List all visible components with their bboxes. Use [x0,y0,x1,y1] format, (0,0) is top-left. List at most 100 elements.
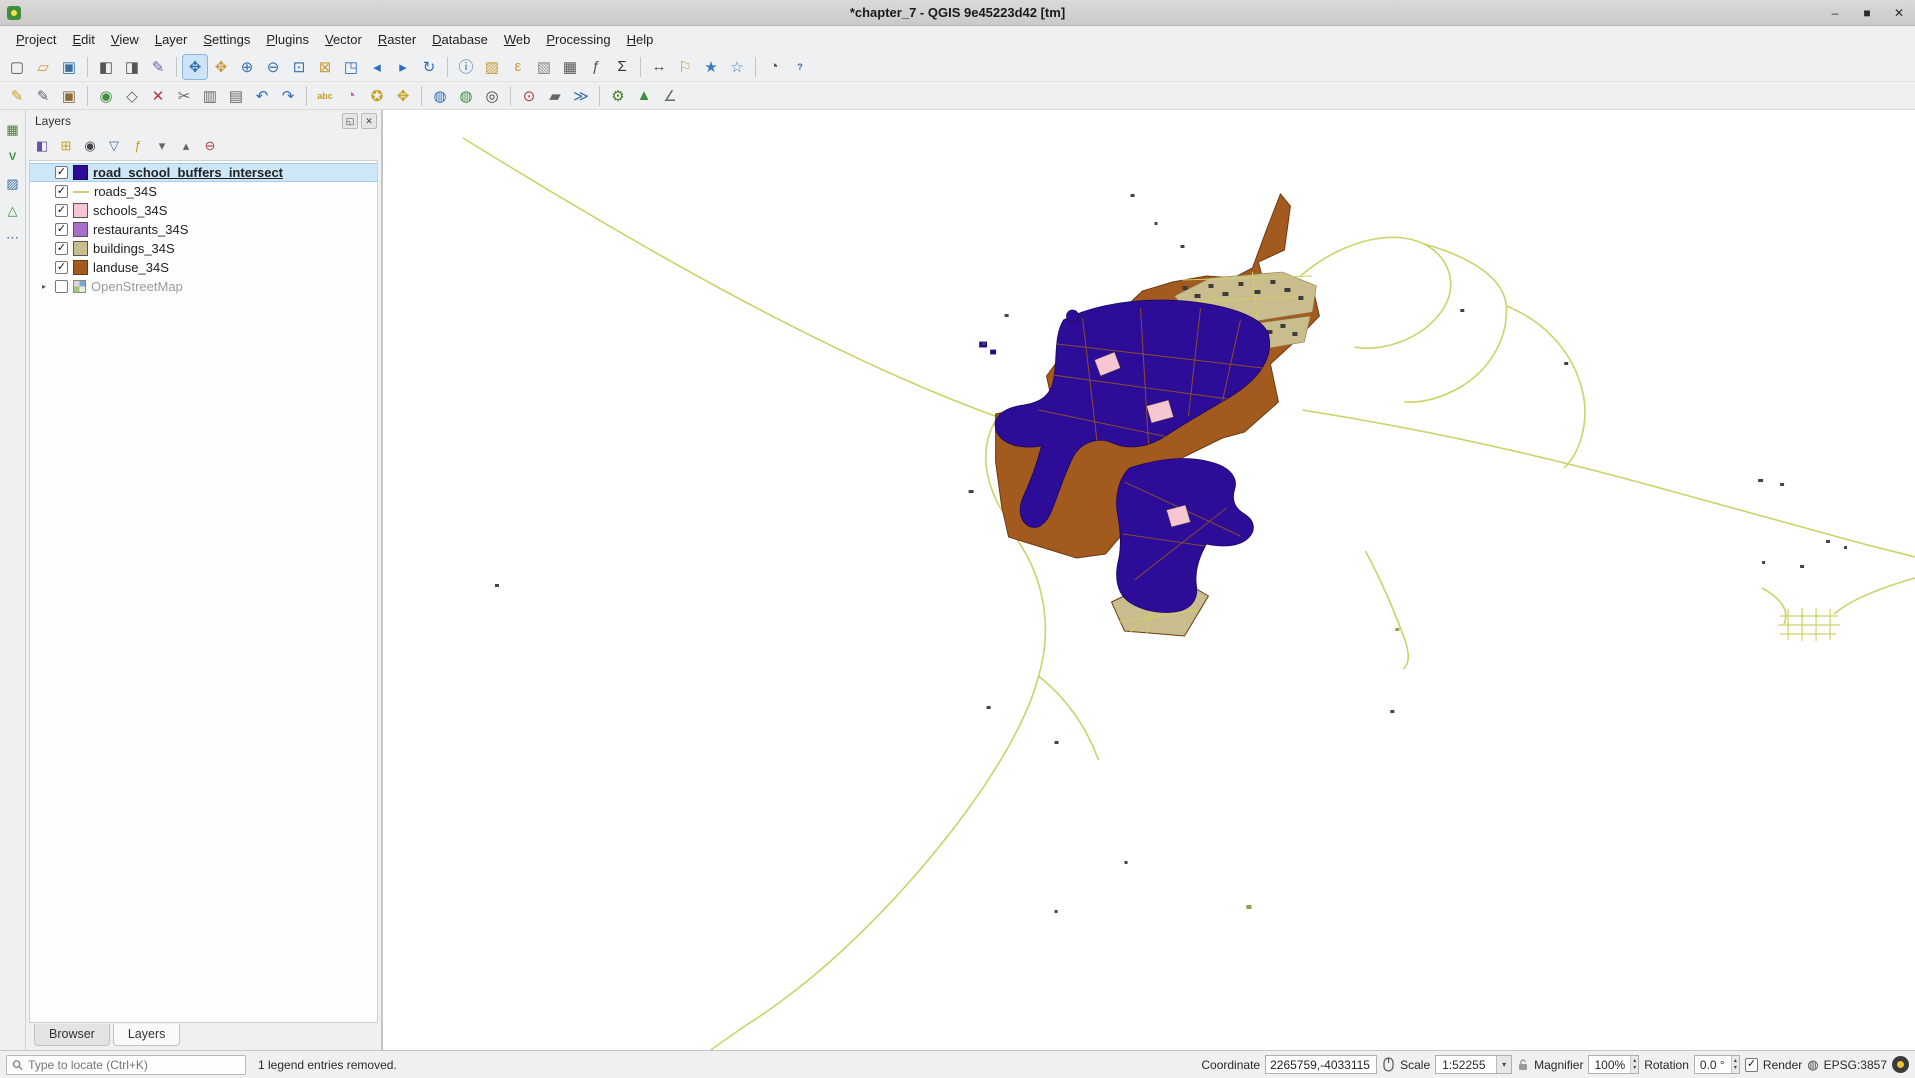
pan-to-selection-icon[interactable]: ✥ [209,55,233,79]
layer-checkbox[interactable]: ✓ [55,261,68,274]
title-bar[interactable]: *chapter_7 - QGIS 9e45223d42 [tm] – ■ ✕ [0,0,1915,26]
pin-labels-icon[interactable]: ✪ [365,84,389,108]
cut-features-icon[interactable]: ✂ [172,84,196,108]
locate-bar[interactable] [6,1055,246,1075]
processing-toolbox-icon[interactable]: ⚙ [606,84,630,108]
move-label-icon[interactable]: ✥ [391,84,415,108]
measure-line-icon[interactable]: ↔ [647,55,671,79]
raster-tools-icon[interactable]: ▲ [632,84,656,108]
menu-item-raster[interactable]: Raster [370,28,424,51]
layout-manager-icon[interactable]: ◨ [120,55,144,79]
delete-selected-icon[interactable]: ✕ [146,84,170,108]
menu-item-plugins[interactable]: Plugins [258,28,317,51]
layer-checkbox[interactable]: ✓ [55,204,68,217]
zoom-to-selection-icon[interactable]: ⊠ [313,55,337,79]
dock-panel-icon[interactable]: ◱ [342,113,358,129]
layer-row-roads_34s[interactable]: ✓roads_34S [30,182,377,201]
layer-row-buildings_34s[interactable]: ✓buildings_34S [30,239,377,258]
locate-input[interactable] [28,1058,240,1072]
zoom-next-icon[interactable]: ▸ [391,55,415,79]
layer-checkbox[interactable]: ✓ [55,242,68,255]
menu-item-help[interactable]: Help [619,28,662,51]
zoom-last-icon[interactable]: ◂ [365,55,389,79]
new-project-icon[interactable]: ▢ [5,55,29,79]
render-checkbox[interactable]: ✓ [1745,1058,1758,1072]
add-delimited-text-layer-icon[interactable]: ⋯ [3,228,23,248]
menu-item-layer[interactable]: Layer [147,28,196,51]
scale-dropdown-icon[interactable]: ▾ [1496,1056,1511,1073]
menu-item-database[interactable]: Database [424,28,496,51]
crs-value[interactable]: EPSG:3857 [1824,1058,1887,1072]
add-vector-layer-icon[interactable]: V [3,147,23,167]
lock-scale-icon[interactable] [1517,1058,1529,1072]
maximize-button[interactable]: ■ [1851,0,1883,25]
expand-all-icon[interactable]: ▾ [151,135,173,157]
deselect-features-icon[interactable]: ▧ [532,55,556,79]
panel-tab-browser[interactable]: Browser [34,1024,110,1046]
menu-item-vector[interactable]: Vector [317,28,370,51]
zoom-to-layer-icon[interactable]: ◳ [339,55,363,79]
style-manager-icon[interactable]: ✎ [146,55,170,79]
open-layer-styling-icon[interactable]: ◧ [31,135,53,157]
field-calculator-icon[interactable]: ƒ [584,55,608,79]
layer-row-restaurants_34s[interactable]: ✓restaurants_34S [30,220,377,239]
layer-checkbox[interactable]: ✓ [55,223,68,236]
undo-icon[interactable]: ↶ [250,84,274,108]
manage-map-themes-icon[interactable]: ◉ [79,135,101,157]
layer-row-schools_34s[interactable]: ✓schools_34S [30,201,377,220]
layer-row-openstreetmap[interactable]: ▸OpenStreetMap [30,277,377,296]
measure-area-icon[interactable]: ▰ [543,84,567,108]
save-layer-edits-icon[interactable]: ▣ [57,84,81,108]
current-edits-icon[interactable]: ✎ [5,84,29,108]
menu-item-view[interactable]: View [103,28,147,51]
open-project-icon[interactable]: ▱ [31,55,55,79]
close-panel-icon[interactable]: ✕ [361,113,377,129]
help-contents-icon[interactable]: ? [788,55,812,79]
redo-icon[interactable]: ↷ [276,84,300,108]
layer-checkbox[interactable] [55,280,68,293]
menu-item-settings[interactable]: Settings [195,28,258,51]
magnifier-spin[interactable]: 100% ▴ ▾ [1588,1055,1639,1074]
zoom-in-icon[interactable]: ⊕ [235,55,259,79]
paste-features-icon[interactable]: ▤ [224,84,248,108]
geolocate-icon[interactable]: ◎ [480,84,504,108]
add-group-icon[interactable]: ⊞ [55,135,77,157]
mouse-position-icon[interactable] [1382,1057,1395,1072]
slope-tool-icon[interactable]: ∠ [658,84,682,108]
filter-by-expression-icon[interactable]: ƒ [127,135,149,157]
scale-combo[interactable]: 1:52255 ▾ [1435,1055,1512,1074]
layer-row-road_school_buffers_intersect[interactable]: ✓road_school_buffers_intersect [30,163,377,182]
select-by-expression-icon[interactable]: ε [506,55,530,79]
menu-item-processing[interactable]: Processing [538,28,618,51]
refresh-map-icon[interactable]: ↻ [417,55,441,79]
magnifier-spin-arrows[interactable]: ▴ ▾ [1630,1056,1638,1073]
panel-tab-layers[interactable]: Layers [113,1024,181,1046]
statistics-panel-icon[interactable]: Σ [610,55,634,79]
close-button[interactable]: ✕ [1883,0,1915,25]
copy-features-icon[interactable]: ▥ [198,84,222,108]
pan-map-icon[interactable]: ✥ [183,55,207,79]
save-project-icon[interactable]: ▣ [57,55,81,79]
menu-item-web[interactable]: Web [496,28,539,51]
add-feature-icon[interactable]: ◉ [94,84,118,108]
filter-legend-icon[interactable]: ▽ [103,135,125,157]
collapse-all-icon[interactable]: ▴ [175,135,197,157]
add-raster-layer-icon[interactable]: ▨ [3,174,23,194]
layer-expander-icon[interactable]: ▸ [38,282,50,291]
new-print-layout-icon[interactable]: ◧ [94,55,118,79]
rotation-spin-arrows[interactable]: ▴ ▾ [1731,1056,1739,1073]
menu-item-edit[interactable]: Edit [64,28,102,51]
identify-features-icon[interactable]: ⓘ [454,55,478,79]
show-bookmarks-icon[interactable]: ☆ [725,55,749,79]
crs-icon[interactable]: ◍ [1807,1057,1818,1073]
layer-checkbox[interactable]: ✓ [55,185,68,198]
map-tips-icon[interactable]: ⚐ [673,55,697,79]
layers-panel-header[interactable]: Layers ◱✕ [26,110,381,132]
coordinate-input[interactable] [1265,1055,1377,1074]
messages-icon[interactable] [1892,1056,1909,1073]
rotation-spin[interactable]: 0.0 ° ▴ ▾ [1694,1055,1740,1074]
remove-layer-icon[interactable]: ⊖ [199,135,221,157]
vertex-tool-icon[interactable]: ◇ [120,84,144,108]
metasearch-icon[interactable]: ◍ [428,84,452,108]
layer-diagram-icon[interactable]: ◔ [339,84,363,108]
